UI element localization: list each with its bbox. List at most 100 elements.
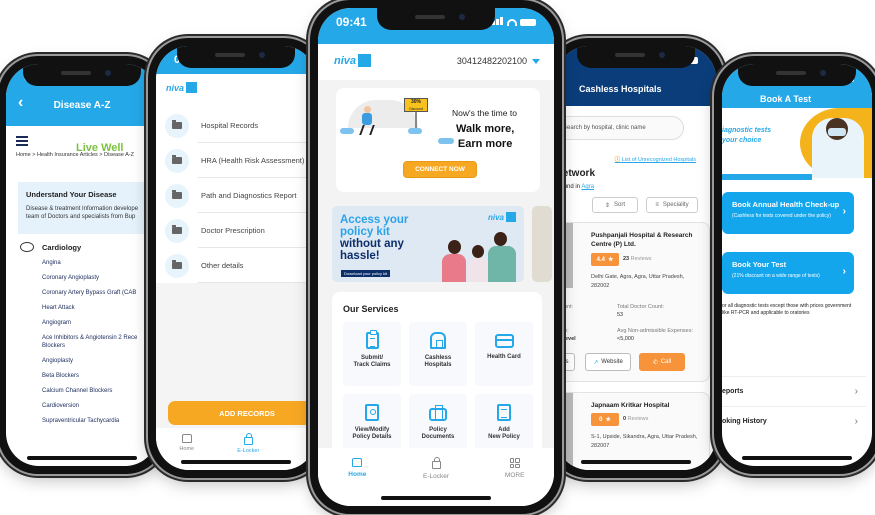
walk-more-card: 30% Discount Now's the time to Walk more,…: [336, 88, 540, 192]
home-indicator: [381, 496, 491, 500]
hospitals-title: Cashless Hospitals: [579, 84, 662, 94]
family-photo: [432, 232, 522, 282]
service-label: Add New Policy: [488, 427, 520, 440]
booktest-banner: iagnostic tests your choice: [722, 108, 872, 180]
disease-item[interactable]: Coronary Artery Bypass Graft (CAB: [42, 290, 158, 296]
reports-row[interactable]: eports ›: [722, 376, 866, 406]
folder-icon: [172, 120, 182, 129]
policy-kit-banner[interactable]: Access your policy kit without any hassl…: [332, 206, 524, 282]
disease-item[interactable]: Angioplasty: [42, 358, 158, 364]
policy-doc-icon: [365, 404, 379, 421]
app-showcase: 09:41 ‹ Disease A-Z ➜N Live Well Home > …: [0, 0, 875, 515]
disease-screen: 09:41 ‹ Disease A-Z ➜N Live Well Home > …: [6, 64, 158, 466]
niva-logo: niva: [166, 82, 198, 93]
folder-icon: [172, 190, 182, 199]
chevron-right-icon: ›: [842, 206, 846, 217]
record-item[interactable]: Doctor Prescription: [156, 213, 316, 248]
speciality-button[interactable]: ≡ Speciality: [646, 197, 698, 213]
phone-cashless-hospitals: Cashless Hospitals Search by hospital, c…: [548, 38, 724, 478]
hospital-card[interactable]: Pushpanjali Hospital & Research Centre (…: [556, 222, 710, 382]
intro-text-1: Disease & treatment Information develope: [26, 206, 139, 212]
briefcase-icon: [429, 405, 447, 421]
promo-headline: Access your policy kit without any hassl…: [340, 214, 409, 262]
rating-badge: 0 ★: [591, 413, 619, 426]
disease-item[interactable]: Beta Blockers: [42, 373, 158, 379]
service-tile[interactable]: Submit/ Track Claims: [343, 322, 401, 386]
service-label: Submit/ Track Claims: [353, 355, 391, 368]
call-button[interactable]: ✆ Call: [639, 353, 685, 371]
unrecognized-hospitals-link[interactable]: ⓘ List of Unrecognized Hospitals: [615, 155, 696, 163]
disclaimer-note: or all diagnostic tests except those wit…: [722, 303, 852, 316]
hospital-icon: [430, 332, 446, 349]
website-button[interactable]: ↗ Website: [585, 353, 631, 371]
hospital-search-input[interactable]: Search by hospital, clinic name: [556, 116, 684, 140]
home-indicator: [742, 456, 852, 460]
service-label: Health Card: [487, 354, 521, 360]
battery-icon: [520, 18, 536, 26]
disease-item[interactable]: Ace Inhibitors & Angiotensin 2 Rece: [42, 335, 158, 341]
phone-elocker: 09:41 niva Hospital Records HRA (Health …: [148, 38, 324, 478]
services-title: Our Services: [343, 304, 399, 314]
walk-tagline: Now's the time to: [452, 108, 517, 118]
tab-home[interactable]: Home: [156, 434, 218, 470]
reviews-count: 23 Reviews: [623, 256, 652, 262]
notch: [377, 8, 495, 30]
record-item[interactable]: Other details: [156, 248, 316, 283]
niva-logo: niva: [334, 54, 372, 67]
disease-item[interactable]: Calcium Channel Blockers: [42, 388, 158, 394]
booktest-title: Book A Test: [760, 94, 812, 104]
record-item[interactable]: HRA (Health Risk Assessment): [156, 143, 316, 178]
sort-button[interactable]: ⇕ Sort: [592, 197, 638, 213]
disease-item[interactable]: Supraventricular Tachycardia: [42, 418, 158, 424]
disease-item[interactable]: Blockers: [42, 343, 158, 349]
booking-history-row[interactable]: oking History ›: [722, 406, 866, 436]
star-icon: ★: [607, 257, 614, 263]
hospitals-screen: Cashless Hospitals Search by hospital, c…: [556, 46, 716, 470]
tab-elocker[interactable]: E-Locker: [218, 433, 280, 470]
star-icon: ★: [605, 417, 611, 423]
annual-checkup-card[interactable]: Book Annual Health Check-up (Cashless fo…: [722, 192, 854, 234]
phone-disease-az: 09:41 ‹ Disease A-Z ➜N Live Well Home > …: [0, 56, 166, 474]
disease-item[interactable]: Angina: [42, 260, 158, 266]
download-policy-kit-link[interactable]: Download your policy kit: [341, 270, 391, 277]
category-cardiology[interactable]: Cardiology: [20, 242, 81, 252]
chevron-right-icon: ›: [842, 266, 846, 277]
add-records-button[interactable]: ADD RECORDS: [168, 401, 316, 425]
lock-icon: [243, 433, 253, 445]
card-icon: [494, 334, 514, 348]
record-item[interactable]: Path and Diagnostics Report: [156, 178, 316, 213]
category-label: Cardiology: [42, 242, 82, 252]
hospital-address: S-1, Upside, Sikandra, Agra, Uttar Prade…: [591, 434, 698, 449]
hospital-name: Pushpanjali Hospital & Research Centre (…: [591, 232, 693, 248]
disease-list: Angina Coronary Angioplasty Coronary Art…: [42, 260, 158, 433]
non-admissible-expenses: Avg Non-admissible Expenses: <5,000: [617, 328, 694, 342]
hospital-name: Japnaam Kritkar Hospital: [591, 402, 670, 409]
city-link[interactable]: Agra: [581, 184, 594, 190]
sort-icon: ⇕: [604, 202, 610, 209]
disease-item[interactable]: Heart Attack: [42, 305, 158, 311]
service-tile[interactable]: Cashless Hospitals: [409, 322, 467, 386]
account-selector[interactable]: 30412482202100: [457, 56, 540, 66]
service-label: View/Modify Policy Details: [352, 427, 392, 440]
folder-icon: [172, 225, 182, 234]
hospital-card[interactable]: Japnaam Kritkar Hospital 0 ★ 0 Reviews S-…: [556, 392, 710, 470]
home-icon: [181, 434, 192, 443]
home-indicator: [581, 460, 691, 464]
next-banner-peek[interactable]: [532, 206, 552, 282]
phone-home: 09:41 niva 30412482202100 30% Discount N…: [310, 0, 562, 514]
disease-item[interactable]: Coronary Angioplasty: [42, 275, 158, 281]
disease-item[interactable]: Angiogram: [42, 320, 158, 326]
disease-title: Disease A-Z: [53, 100, 111, 111]
connect-now-button[interactable]: CONNECT NOW: [403, 161, 477, 178]
service-tile[interactable]: Health Card: [475, 322, 533, 386]
lock-icon: [431, 457, 441, 469]
record-item[interactable]: Hospital Records: [156, 108, 316, 143]
grid-icon: [509, 458, 520, 468]
book-test-card[interactable]: Book Your Test (21% discount on a wide r…: [722, 252, 854, 294]
edit-doc-icon: [497, 404, 511, 421]
menu-icon[interactable]: [16, 136, 28, 146]
breadcrumb[interactable]: Home > Health Insurance Articles > Disea…: [16, 152, 134, 158]
home-topbar: niva 30412482202100: [318, 44, 554, 80]
notch: [577, 46, 695, 68]
disease-item[interactable]: Cardioversion: [42, 403, 158, 409]
